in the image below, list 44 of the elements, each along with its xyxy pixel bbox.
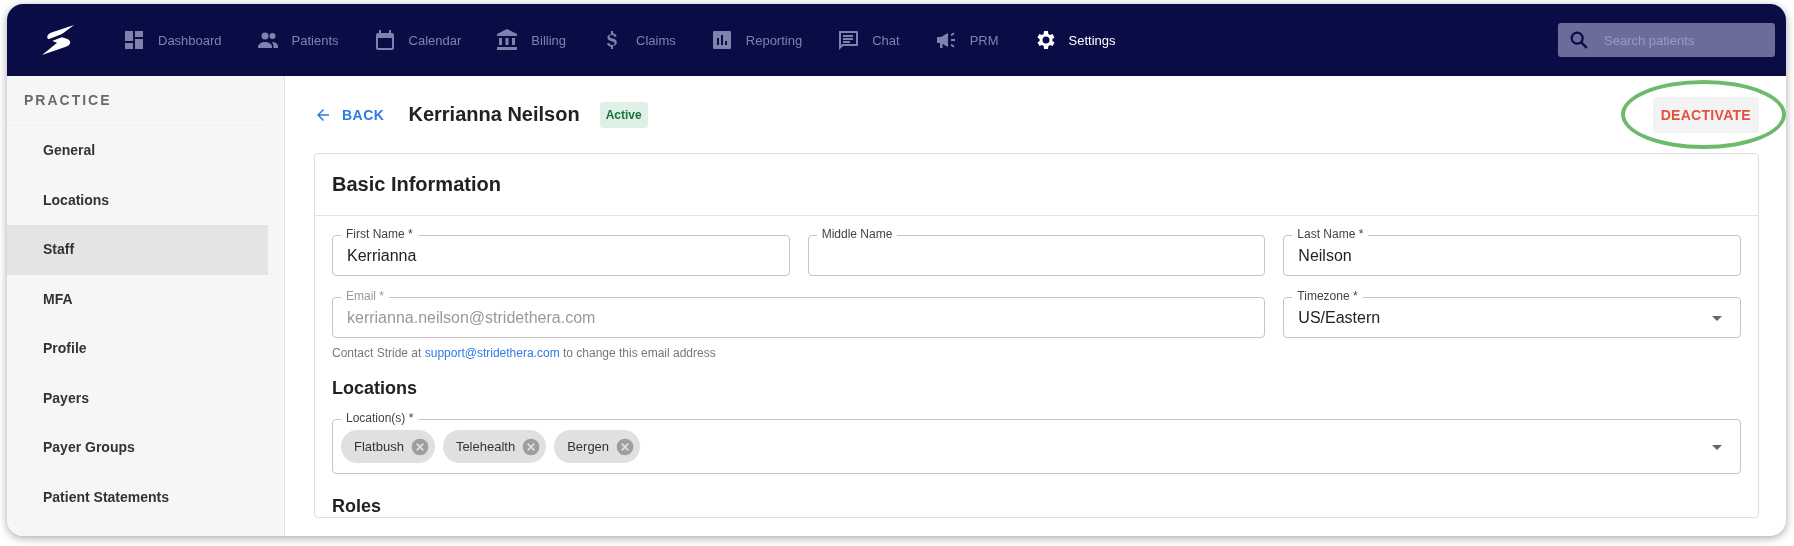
sidebar-item[interactable]: General <box>7 126 268 176</box>
location-chip[interactable]: Flatbush <box>341 430 435 463</box>
field-label: Location(s) * <box>341 411 419 425</box>
bank-icon <box>495 28 520 52</box>
nav-item[interactable]: Patients <box>255 28 339 52</box>
search-icon <box>1568 29 1590 51</box>
remove-icon <box>409 436 430 457</box>
chat-icon <box>836 28 861 52</box>
nav-item[interactable]: Settings <box>1032 28 1116 52</box>
sidebar-item[interactable]: Payers <box>7 373 268 423</box>
section-title: Locations <box>332 378 418 399</box>
helper-text: Contact Stride at support@stridethera.com to change this email address <box>332 346 717 360</box>
field-label: Last Name * <box>1292 227 1369 241</box>
nav-item[interactable]: Claims <box>600 28 676 52</box>
sidebar-item[interactable]: Patient Statements <box>7 472 268 522</box>
nav-item[interactable]: PRM <box>933 28 999 52</box>
nav-item[interactable]: Chat <box>836 28 900 52</box>
sidebar-item[interactable]: Staff <box>7 225 268 275</box>
section-title: Basic Information <box>332 173 501 196</box>
remove-icon <box>521 436 542 457</box>
nav-item[interactable]: Reporting <box>709 28 803 52</box>
staff-name: Kerrianna Neilson <box>408 103 580 126</box>
sidebar-item[interactable]: Locations <box>7 175 268 225</box>
nav-item[interactable]: Calendar <box>372 28 462 52</box>
sidebar-item[interactable]: Profile <box>7 324 268 374</box>
sidebar-item[interactable]: MFA <box>7 274 268 324</box>
field-label: Email * <box>341 289 389 303</box>
sidebar-item[interactable]: Payer Groups <box>7 423 268 473</box>
email-link[interactable]: support@stridethera.com <box>424 346 560 360</box>
nav-item[interactable]: Dashboard <box>122 28 222 52</box>
remove-icon <box>615 436 636 457</box>
nav-item[interactable]: Billing <box>495 28 567 52</box>
field-label: Timezone * <box>1292 289 1363 303</box>
field-label: Middle Name <box>816 227 898 241</box>
section-heading: PRACTICE <box>7 76 268 126</box>
dashboard-icon <box>122 28 146 52</box>
back-link[interactable]: BACK <box>314 105 385 124</box>
field-label: First Name * <box>341 227 418 241</box>
caret-icon <box>1712 315 1722 321</box>
section-title: Roles <box>332 496 383 517</box>
location-chip[interactable]: Telehealth <box>442 430 547 463</box>
location-chip[interactable]: Bergen <box>554 430 641 463</box>
status-badge: Active <box>599 101 648 128</box>
caret-icon <box>1712 444 1722 450</box>
